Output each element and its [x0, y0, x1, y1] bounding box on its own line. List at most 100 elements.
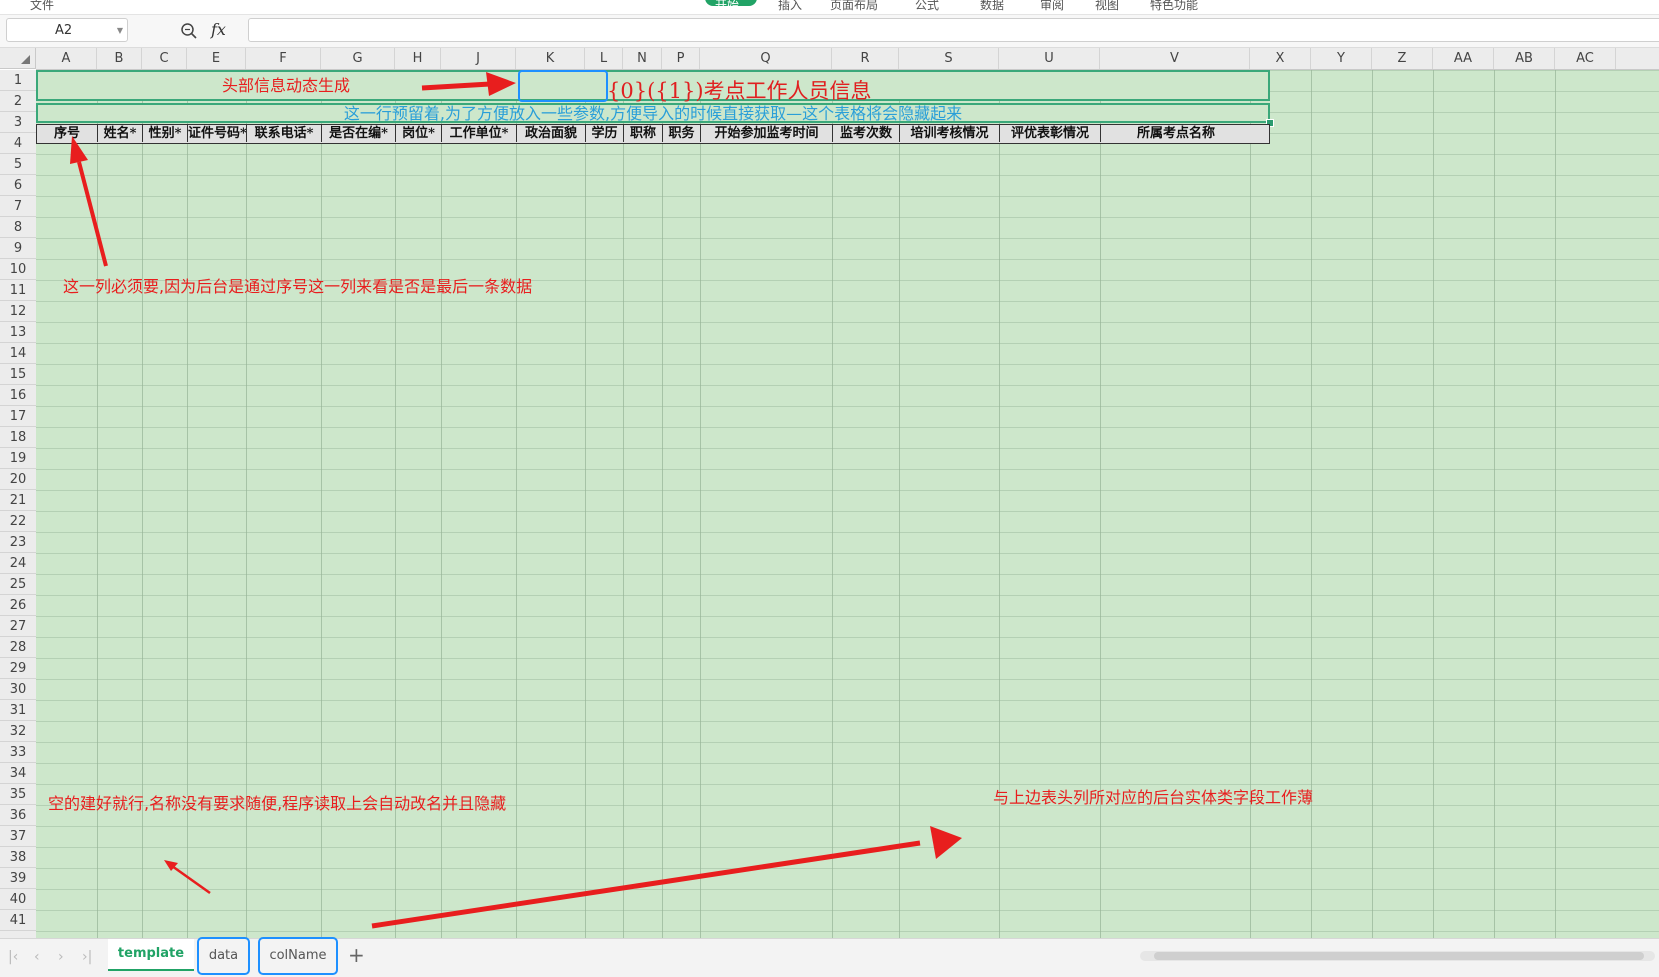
menu-item-file[interactable]: 文件 [30, 0, 54, 13]
tab-colname[interactable]: colName [258, 937, 338, 975]
row-header-1[interactable]: 1 [0, 70, 36, 91]
header-cell[interactable]: 培训考核情况 [900, 125, 1000, 142]
header-cell[interactable]: 工作单位* [442, 125, 517, 142]
row-header-13[interactable]: 13 [0, 322, 36, 343]
column-header-h[interactable]: H [395, 48, 441, 69]
header-cell[interactable]: 联系电话* [247, 125, 322, 142]
row-header-16[interactable]: 16 [0, 385, 36, 406]
column-header-e[interactable]: E [187, 48, 246, 69]
name-box[interactable]: A2 ▼ [6, 18, 128, 42]
header-cell[interactable]: 政治面貌 [517, 125, 586, 142]
menu-item-review[interactable]: 审阅 [1040, 0, 1064, 13]
formula-input[interactable] [248, 18, 1659, 42]
row-header-7[interactable]: 7 [0, 196, 36, 217]
column-header-s[interactable]: S [899, 48, 999, 69]
column-header-c[interactable]: C [142, 48, 187, 69]
row-header-30[interactable]: 30 [0, 679, 36, 700]
row-header-31[interactable]: 31 [0, 700, 36, 721]
row-header-29[interactable]: 29 [0, 658, 36, 679]
next-sheet-icon[interactable]: › [58, 949, 64, 965]
row-header-21[interactable]: 21 [0, 490, 36, 511]
header-cell[interactable]: 学历 [586, 125, 624, 142]
menu-item-insert[interactable]: 插入 [778, 0, 802, 13]
header-cell[interactable]: 序号 [37, 125, 98, 142]
scrollbar-thumb[interactable] [1154, 952, 1644, 960]
column-header-aa[interactable]: AA [1433, 48, 1494, 69]
param-row[interactable]: 这一行预留着,为了方便放入一些参数,方便导入的时候直接获取—这个表格将会隐藏起来 [36, 103, 1270, 123]
fx-icon[interactable]: fx [211, 20, 226, 39]
chevron-down-icon[interactable]: ▼ [117, 19, 123, 43]
horizontal-scrollbar[interactable] [1140, 951, 1655, 961]
row-header-23[interactable]: 23 [0, 532, 36, 553]
header-cell[interactable]: 职务 [663, 125, 701, 142]
row-header-3[interactable]: 3 [0, 112, 36, 133]
menu-item-features[interactable]: 特色功能 [1150, 0, 1198, 13]
row-header-24[interactable]: 24 [0, 553, 36, 574]
row-header-18[interactable]: 18 [0, 427, 36, 448]
row-header-17[interactable]: 17 [0, 406, 36, 427]
row-header-10[interactable]: 10 [0, 259, 36, 280]
column-header-l[interactable]: L [585, 48, 623, 69]
row-header-9[interactable]: 9 [0, 238, 36, 259]
add-sheet-icon[interactable]: + [348, 943, 365, 967]
row-header-15[interactable]: 15 [0, 364, 36, 385]
last-sheet-icon[interactable]: ›| [82, 949, 92, 965]
column-header-u[interactable]: U [999, 48, 1100, 69]
row-header-4[interactable]: 4 [0, 133, 36, 154]
column-header-f[interactable]: F [246, 48, 321, 69]
row-header-36[interactable]: 36 [0, 805, 36, 826]
row-header-34[interactable]: 34 [0, 763, 36, 784]
prev-sheet-icon[interactable]: ‹ [34, 949, 40, 965]
menu-item-layout[interactable]: 页面布局 [830, 0, 878, 13]
header-cell[interactable]: 性别* [143, 125, 188, 142]
row-header-41[interactable]: 41 [0, 910, 36, 931]
menu-item-view[interactable]: 视图 [1095, 0, 1119, 13]
header-cell[interactable]: 评优表彰情况 [1000, 125, 1101, 142]
column-header-b[interactable]: B [97, 48, 142, 69]
column-header-ac[interactable]: AC [1555, 48, 1616, 69]
column-header-k[interactable]: K [516, 48, 585, 69]
column-header-a[interactable]: A [36, 48, 97, 69]
column-header-y[interactable]: Y [1311, 48, 1372, 69]
menu-item-data[interactable]: 数据 [980, 0, 1004, 13]
row-header-33[interactable]: 33 [0, 742, 36, 763]
menu-item-home[interactable]: 开始 [715, 0, 739, 13]
header-cell[interactable]: 开始参加监考时间 [701, 125, 833, 142]
sheet-title[interactable]: {0}({1})考点工作人员信息 [607, 75, 872, 105]
row-header-27[interactable]: 27 [0, 616, 36, 637]
header-cell[interactable]: 监考次数 [833, 125, 900, 142]
menu-item-formula[interactable]: 公式 [915, 0, 939, 13]
zoom-icon[interactable] [180, 22, 198, 40]
row-header-39[interactable]: 39 [0, 868, 36, 889]
row-header-19[interactable]: 19 [0, 448, 36, 469]
row-header-11[interactable]: 11 [0, 280, 36, 301]
row-header-12[interactable]: 12 [0, 301, 36, 322]
first-sheet-icon[interactable]: |‹ [8, 949, 18, 965]
header-cell[interactable]: 所属考点名称 [1101, 125, 1251, 142]
row-header-14[interactable]: 14 [0, 343, 36, 364]
row-header-32[interactable]: 32 [0, 721, 36, 742]
row-header-8[interactable]: 8 [0, 217, 36, 238]
row-header-38[interactable]: 38 [0, 847, 36, 868]
header-cell[interactable]: 证件号码* [188, 125, 247, 142]
header-cell[interactable]: 是否在编* [322, 125, 396, 142]
row-header-22[interactable]: 22 [0, 511, 36, 532]
row-header-2[interactable]: 2 [0, 91, 36, 112]
row-header-37[interactable]: 37 [0, 826, 36, 847]
column-header-v[interactable]: V [1100, 48, 1250, 69]
column-header-j[interactable]: J [441, 48, 516, 69]
column-header-z[interactable]: Z [1372, 48, 1433, 69]
column-header-q[interactable]: Q [700, 48, 832, 69]
row-header-28[interactable]: 28 [0, 637, 36, 658]
row-header-5[interactable]: 5 [0, 154, 36, 175]
row-header-20[interactable]: 20 [0, 469, 36, 490]
column-header-n[interactable]: N [623, 48, 662, 69]
row-header-25[interactable]: 25 [0, 574, 36, 595]
row-header-40[interactable]: 40 [0, 889, 36, 910]
row-header-26[interactable]: 26 [0, 595, 36, 616]
column-header-p[interactable]: P [662, 48, 700, 69]
tab-data[interactable]: data [197, 937, 250, 975]
column-header-ab[interactable]: AB [1494, 48, 1555, 69]
column-header-x[interactable]: X [1250, 48, 1311, 69]
column-header-g[interactable]: G [321, 48, 395, 69]
